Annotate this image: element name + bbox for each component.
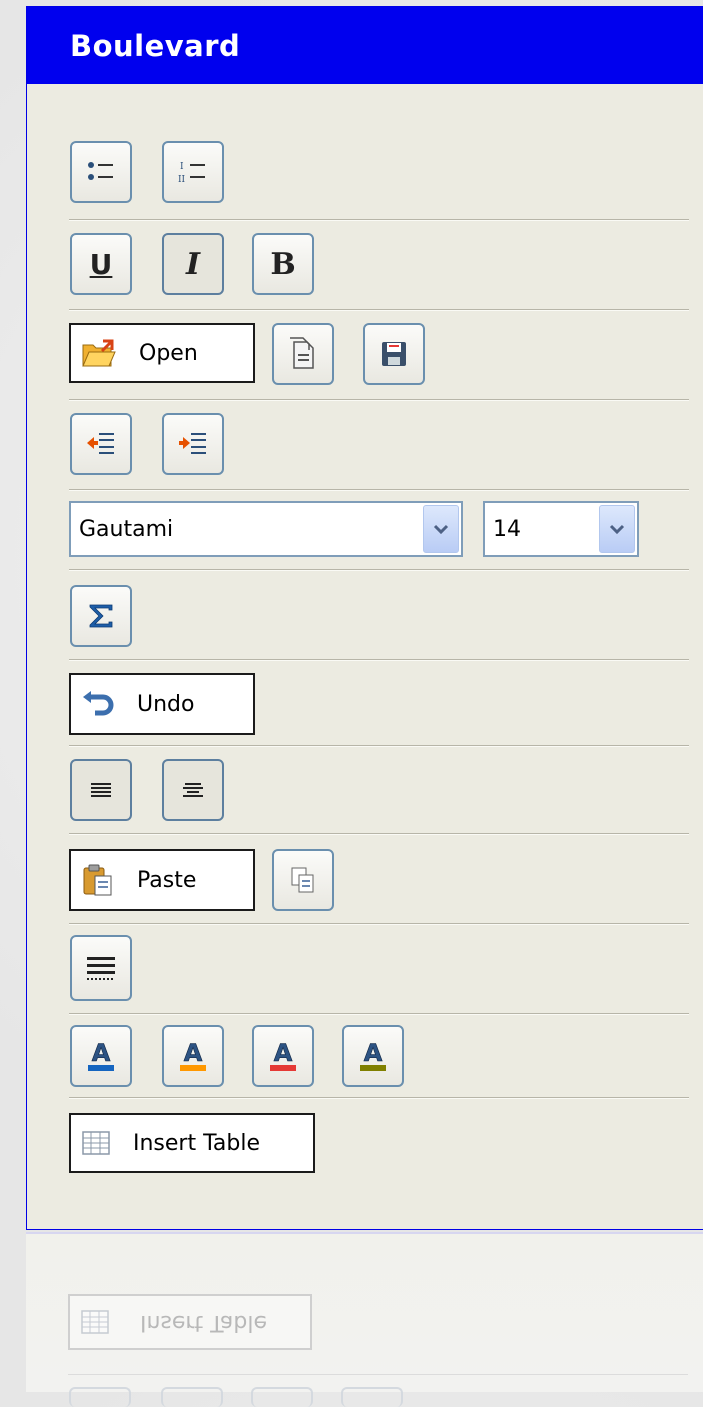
svg-text:A: A — [184, 1039, 203, 1067]
separator — [69, 833, 689, 835]
insert-table-button[interactable]: Insert Table — [69, 1113, 315, 1173]
outdent-icon — [87, 433, 114, 454]
paste-icon — [81, 863, 115, 897]
align-justify-icon — [91, 783, 111, 797]
save-button[interactable] — [363, 323, 425, 385]
align-justify-button[interactable] — [70, 759, 132, 821]
copy-icon — [291, 867, 314, 893]
paste-button[interactable]: Paste — [69, 849, 255, 911]
insert-table-reflection: Insert Table — [68, 1294, 312, 1350]
svg-text:II: II — [178, 175, 186, 185]
font-color-red-icon: A — [270, 1039, 296, 1071]
font-size-value: 14 — [493, 516, 521, 542]
separator — [69, 1013, 689, 1015]
bulleted-list-icon — [88, 162, 113, 180]
indent-icon — [179, 433, 206, 454]
separator — [69, 399, 689, 401]
table-icon — [81, 1130, 111, 1156]
underline-icon: U — [89, 247, 113, 281]
separator — [69, 569, 689, 571]
chevron-down-icon[interactable] — [423, 505, 459, 553]
reflection-label: Insert Table — [140, 1309, 267, 1335]
sigma-icon — [89, 604, 113, 628]
bold-button[interactable]: B — [252, 233, 314, 295]
open-label: Open — [139, 340, 198, 366]
open-folder-icon — [81, 337, 117, 369]
font-color-blue-icon: A — [88, 1039, 114, 1071]
bold-icon: B — [270, 246, 296, 282]
font-family-select[interactable]: Gautami — [69, 501, 463, 557]
numbered-list-icon: I II — [178, 162, 205, 185]
panel-title: Boulevard — [27, 7, 703, 84]
indent-button[interactable] — [162, 413, 224, 475]
font-color-olive-icon: A — [360, 1039, 386, 1071]
numbered-list-button[interactable]: I II — [162, 141, 224, 203]
align-center-icon — [183, 783, 203, 797]
new-document-button[interactable] — [272, 323, 334, 385]
svg-text:I: I — [180, 162, 184, 172]
reflection-button-stub — [161, 1387, 223, 1407]
font-color-orange-icon: A — [180, 1039, 206, 1071]
undo-button[interactable]: Undo — [69, 673, 255, 735]
horizontal-rule-button[interactable] — [70, 935, 132, 1001]
table-icon — [81, 1310, 109, 1334]
separator — [69, 309, 689, 311]
paste-label: Paste — [137, 867, 197, 893]
reflection-button-stub — [341, 1387, 403, 1407]
copy-button[interactable] — [272, 849, 334, 911]
font-family-value: Gautami — [79, 516, 174, 542]
separator — [69, 659, 689, 661]
document-icon — [290, 337, 314, 369]
undo-icon — [81, 689, 115, 719]
separator — [69, 1097, 689, 1099]
svg-text:A: A — [364, 1039, 383, 1067]
align-center-button[interactable] — [162, 759, 224, 821]
italic-icon: I — [185, 246, 201, 282]
open-button[interactable]: Open — [69, 323, 255, 383]
underline-button[interactable]: U — [70, 233, 132, 295]
italic-button[interactable]: I — [162, 233, 224, 295]
font-color-olive-button[interactable]: A — [342, 1025, 404, 1087]
font-color-red-button[interactable]: A — [252, 1025, 314, 1087]
horizontal-rule-icon — [87, 957, 115, 980]
font-size-select[interactable]: 14 — [483, 501, 639, 557]
svg-text:A: A — [92, 1039, 111, 1067]
separator — [69, 489, 689, 491]
separator — [69, 745, 689, 747]
font-color-blue-button[interactable]: A — [70, 1025, 132, 1087]
separator — [69, 219, 689, 221]
toolbar-panel: Boulevard I II U I B Open Gautami 14 Und… — [26, 6, 703, 1230]
formula-button[interactable] — [70, 585, 132, 647]
separator — [68, 1374, 688, 1375]
outdent-button[interactable] — [70, 413, 132, 475]
font-color-orange-button[interactable]: A — [162, 1025, 224, 1087]
floppy-disk-icon — [382, 342, 406, 366]
bulleted-list-button[interactable] — [70, 141, 132, 203]
panel-reflection: Insert Table — [26, 1232, 703, 1407]
separator — [69, 923, 689, 925]
reflection-button-stub — [251, 1387, 313, 1407]
insert-table-label: Insert Table — [133, 1130, 260, 1156]
undo-label: Undo — [137, 691, 195, 717]
reflection-button-stub — [69, 1387, 131, 1407]
chevron-down-icon[interactable] — [599, 505, 635, 553]
svg-text:A: A — [274, 1039, 293, 1067]
